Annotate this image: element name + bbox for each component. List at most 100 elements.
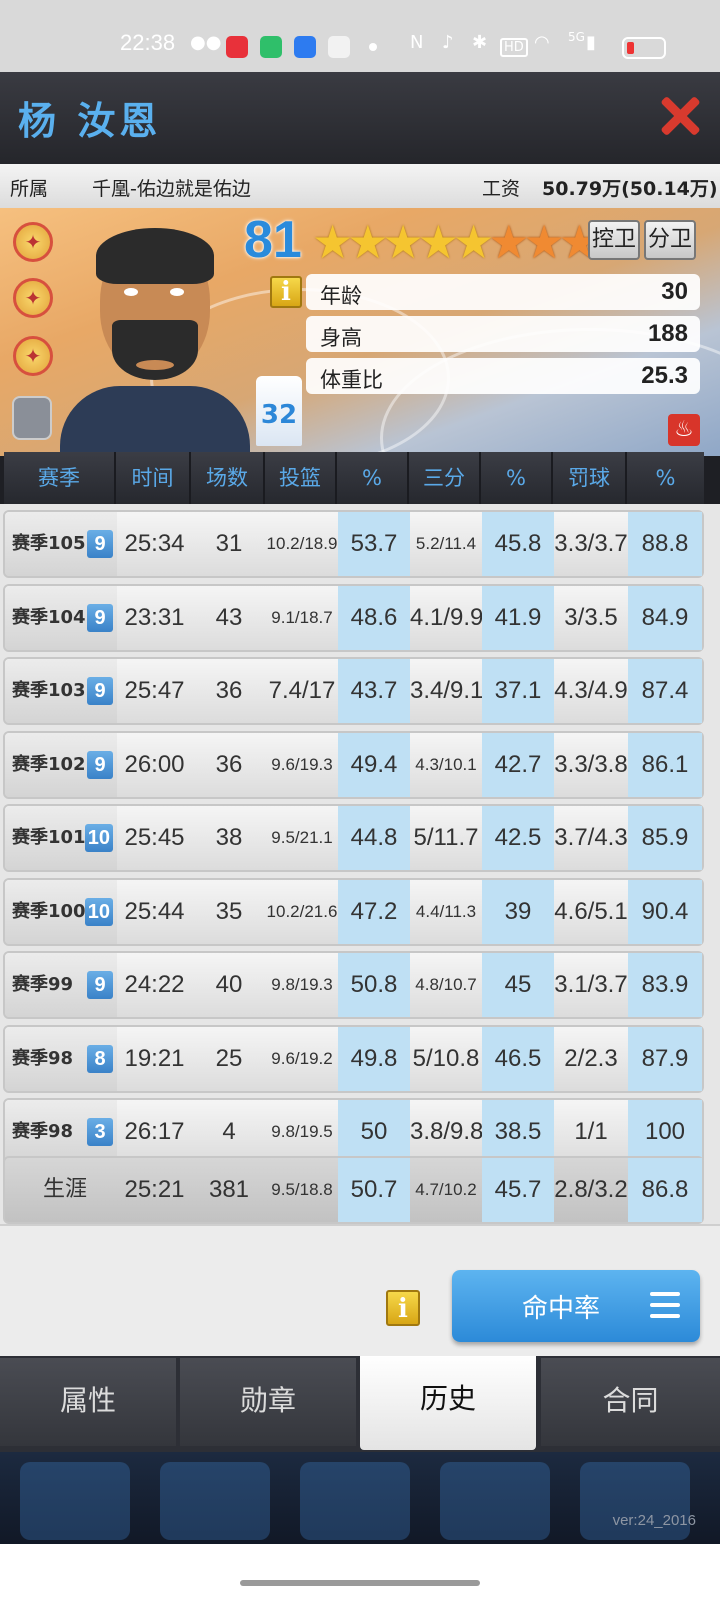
header-ft[interactable]: 罚球 [553, 452, 627, 504]
tab-history[interactable]: 历史 [360, 1356, 536, 1450]
lock-icon[interactable] [12, 396, 52, 440]
team-label: 所属 [10, 178, 49, 200]
cell-ft-pct: 86.1 [628, 732, 702, 797]
signal-icon: ▮ [586, 32, 596, 53]
table-row[interactable]: 赛季99 9 24:22 40 9.8/19.3 50.8 4.8/10.7 45 3.1/3.… [3, 951, 704, 1019]
cell-three-pct: 42.7 [482, 732, 554, 797]
nav-ghost-button [20, 1462, 130, 1540]
cell-three-pct: 42.5 [482, 806, 554, 870]
tab-attributes[interactable]: 属性 [0, 1358, 176, 1446]
cell-three: 5/11.7 [413, 824, 479, 851]
cell-ft: 4.6/5.1 [554, 897, 628, 925]
header-games[interactable]: 场数 [191, 452, 265, 504]
season-label: 赛季104 [12, 606, 86, 628]
cell-games: 35 [215, 897, 243, 925]
header-three[interactable]: 三分 [409, 452, 481, 504]
season-label: 赛季100 [12, 900, 86, 922]
header-ft-pct[interactable]: % [627, 452, 704, 504]
salary-value: 50.79万(50.14万) [542, 178, 718, 200]
cell-three-pct: 37.1 [482, 659, 554, 723]
stats-table-header: 赛季 时间 场数 投篮 % 三分 % 罚球 % [4, 452, 704, 504]
badge-icon[interactable]: ✦ [13, 336, 53, 376]
stats-table-body: 赛季105 9 25:34 31 10.2/18.9 53.7 5.2/11.4 45.8 3.… [0, 504, 720, 1224]
jersey-number: 32 [256, 376, 302, 446]
table-row[interactable]: 赛季102 9 26:00 36 9.6/19.3 49.4 4.3/10.1 42.7 3.3… [3, 730, 704, 799]
header-time[interactable]: 时间 [116, 452, 191, 504]
network-type: 5G [568, 30, 585, 44]
team-value: 千凰-佑边就是佑边 [92, 178, 251, 200]
position-button[interactable]: 控卫 [588, 220, 640, 260]
tab-bar: 属性 勋章 历史 合同 [0, 1356, 720, 1452]
tab-contract[interactable]: 合同 [541, 1358, 720, 1446]
nav-ghost-button [160, 1462, 270, 1540]
cell-three: 5/10.8 [412, 1044, 480, 1072]
menu-icon [650, 1292, 680, 1320]
season-cell: 赛季104 9 [5, 585, 117, 650]
badge-icon[interactable]: ✦ [13, 278, 53, 318]
star-icon: ★ [523, 215, 565, 269]
table-row[interactable]: 赛季101 10 25:45 38 9.5/21.1 44.8 5/11.7 42.5 3.7/… [3, 804, 704, 872]
attribute-value: 188 [647, 320, 688, 347]
stat-mode-button[interactable]: 命中率 [452, 1270, 700, 1342]
salary-label: 工资 [482, 178, 521, 200]
bluetooth-icon: ✱ [472, 32, 488, 53]
position-button[interactable]: 分卫 [644, 220, 696, 260]
career-row[interactable]: 生涯 25:21 381 9.5/18.8 50.7 4.7/10.2 45.7 2.8/3.… [3, 1156, 704, 1224]
cell-games: 381 [208, 1176, 250, 1203]
nav-ghost-button [440, 1462, 550, 1540]
star-icon: ★ [312, 215, 353, 269]
table-row[interactable]: 赛季104 9 23:31 43 9.1/18.7 48.6 4.1/9.9 41.9 3/3.… [3, 583, 704, 652]
overall-rating: 81 [244, 211, 302, 269]
cell-fg-pct: 50.7 [338, 1158, 410, 1222]
cell-ft-pct: 85.9 [628, 806, 702, 870]
table-row[interactable]: 赛季100 10 25:44 35 10.2/21.6 47.2 4.4/11.3 39 4.6… [3, 877, 704, 946]
cell-fg: 9.8/19.5 [271, 1122, 333, 1141]
header-season[interactable]: 赛季 [4, 452, 116, 504]
level-badge: 10 [84, 824, 113, 852]
player-avatar-mouth [136, 360, 174, 370]
info-icon[interactable]: i [270, 276, 302, 308]
close-icon[interactable] [660, 96, 700, 136]
fire-icon[interactable]: ♨ [668, 414, 700, 446]
player-info-row: 所属 千凰-佑边就是佑边 工资 50.79万(50.14万) [0, 164, 720, 208]
cell-three-pct: 38.5 [482, 1100, 554, 1164]
cell-fg-pct: 49.8 [338, 1026, 410, 1091]
wifi-icon: ◠ [534, 32, 550, 53]
season-label: 赛季102 [12, 753, 86, 775]
table-row[interactable]: 赛季105 9 25:34 31 10.2/18.9 53.7 5.2/11.4 45.8 3.… [3, 510, 704, 578]
badge-icon[interactable]: ✦ [13, 222, 53, 262]
header-fg[interactable]: 投篮 [265, 452, 337, 504]
cell-fg-pct: 48.6 [338, 585, 410, 650]
more-notifications-icon [369, 43, 377, 51]
status-bar: 22:38 ●● N ♪ ✱ HD ◠ 5G ▮ [0, 0, 720, 72]
cell-ft-pct: 84.9 [628, 585, 702, 650]
cell-fg: 9.5/18.8 [271, 1180, 333, 1199]
attribute-height: 身高 188 [306, 316, 700, 352]
avatar-eye [124, 288, 138, 296]
header-three-pct[interactable]: % [481, 452, 553, 504]
wechat-icon: ●● [190, 32, 222, 53]
info-icon[interactable]: i [386, 1290, 420, 1326]
cell-three-pct: 45 [482, 953, 554, 1017]
cell-three: 5.2/11.4 [415, 534, 477, 553]
cell-ft: 2.8/3.2 [554, 1176, 628, 1203]
cell-time: 24:22 [124, 971, 185, 998]
table-row[interactable]: 赛季98 8 19:21 25 9.6/19.2 49.8 5/10.8 46.5 2/2.3 8… [3, 1024, 704, 1093]
cell-time: 25:45 [124, 824, 185, 851]
app-notification-icon [226, 36, 248, 58]
cell-fg-pct: 49.4 [338, 732, 410, 797]
table-row[interactable]: 赛季103 9 25:47 36 7.4/17 43.7 3.4/9.1 37.1 4.3/4.… [3, 657, 704, 725]
cell-three-pct: 39 [482, 879, 554, 944]
cell-ft: 3.1/3.7 [554, 971, 628, 998]
cell-three: 3.8/9.8 [410, 1118, 484, 1145]
cell-games: 31 [215, 530, 243, 557]
cell-ft-pct: 87.4 [628, 659, 702, 723]
tab-medals[interactable]: 勋章 [180, 1358, 356, 1446]
star-icon: ★ [417, 215, 459, 269]
star-icon: ★ [347, 215, 388, 269]
cell-fg-pct: 53.7 [338, 512, 410, 576]
cell-three: 4.1/9.9 [410, 603, 484, 631]
home-indicator[interactable] [240, 1580, 480, 1586]
version-label: ver:24_2016 [612, 1512, 696, 1529]
header-fg-pct[interactable]: % [337, 452, 409, 504]
